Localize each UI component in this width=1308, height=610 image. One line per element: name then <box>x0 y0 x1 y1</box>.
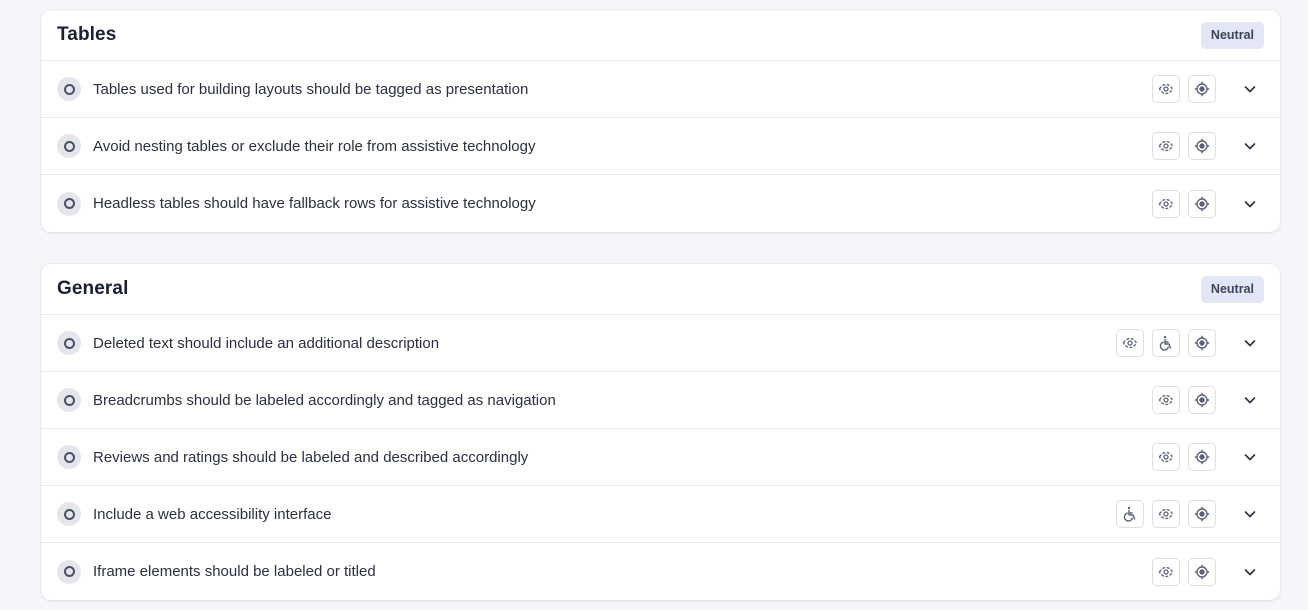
section-general: General Neutral Deleted text should incl… <box>41 264 1280 600</box>
eye-icon[interactable] <box>1152 75 1180 103</box>
status-indicator <box>57 445 81 469</box>
rule-row[interactable]: Breadcrumbs should be labeled accordingl… <box>41 372 1280 429</box>
eye-icon[interactable] <box>1152 443 1180 471</box>
chevron-down-icon[interactable] <box>1236 132 1264 160</box>
target-icon[interactable] <box>1188 75 1216 103</box>
section-header: Tables Neutral <box>41 10 1280 61</box>
rule-row[interactable]: Include a web accessibility interface <box>41 486 1280 543</box>
rule-label: Deleted text should include an additiona… <box>93 334 440 352</box>
status-badge: Neutral <box>1200 21 1264 49</box>
chevron-down-icon[interactable] <box>1236 190 1264 218</box>
wheelchair-icon[interactable] <box>1152 329 1180 357</box>
target-icon[interactable] <box>1188 329 1216 357</box>
rule-row[interactable]: Tables used for building layouts should … <box>41 61 1280 118</box>
target-icon[interactable] <box>1188 189 1216 218</box>
rule-label: Reviews and ratings should be labeled an… <box>93 448 529 466</box>
chevron-down-icon[interactable] <box>1236 500 1264 528</box>
status-indicator <box>57 331 81 355</box>
target-icon[interactable] <box>1188 500 1216 528</box>
rule-label: Avoid nesting tables or exclude their ro… <box>93 137 536 155</box>
status-indicator <box>57 559 81 584</box>
status-indicator <box>57 77 81 101</box>
status-indicator <box>57 502 81 526</box>
eye-icon[interactable] <box>1116 329 1144 357</box>
rule-actions <box>1116 329 1216 357</box>
rule-actions <box>1116 500 1216 528</box>
rule-row[interactable]: Iframe elements should be labeled or tit… <box>41 543 1280 600</box>
chevron-down-icon[interactable] <box>1236 329 1264 357</box>
rule-row[interactable]: Deleted text should include an additiona… <box>41 315 1280 372</box>
chevron-down-icon[interactable] <box>1236 75 1264 103</box>
section-title: General <box>57 278 129 299</box>
rule-row[interactable]: Avoid nesting tables or exclude their ro… <box>41 118 1280 175</box>
rule-actions <box>1152 189 1216 218</box>
rule-actions <box>1152 386 1216 414</box>
rule-actions <box>1152 443 1216 471</box>
chevron-down-icon[interactable] <box>1236 443 1264 471</box>
target-icon[interactable] <box>1188 557 1216 586</box>
eye-icon[interactable] <box>1152 386 1180 414</box>
rule-label: Include a web accessibility interface <box>93 505 332 523</box>
rule-label: Tables used for building layouts should … <box>93 80 529 98</box>
rule-label: Iframe elements should be labeled or tit… <box>93 563 376 580</box>
eye-icon[interactable] <box>1152 132 1180 160</box>
rule-actions <box>1152 557 1216 586</box>
section-header: General Neutral <box>41 264 1280 315</box>
section-title: Tables <box>57 24 117 45</box>
rule-actions <box>1152 75 1216 103</box>
eye-icon[interactable] <box>1152 557 1180 586</box>
eye-icon[interactable] <box>1152 500 1180 528</box>
rule-actions <box>1152 132 1216 160</box>
rule-row[interactable]: Headless tables should have fallback row… <box>41 175 1280 232</box>
rule-row[interactable]: Reviews and ratings should be labeled an… <box>41 429 1280 486</box>
status-indicator <box>57 191 81 216</box>
status-badge: Neutral <box>1200 275 1264 303</box>
wheelchair-icon[interactable] <box>1116 500 1144 528</box>
chevron-down-icon[interactable] <box>1236 386 1264 414</box>
status-indicator <box>57 134 81 158</box>
eye-icon[interactable] <box>1152 189 1180 218</box>
section-tables: Tables Neutral Tables used for building … <box>41 10 1280 232</box>
status-indicator <box>57 388 81 412</box>
rule-label: Breadcrumbs should be labeled accordingl… <box>93 391 556 409</box>
chevron-down-icon[interactable] <box>1236 558 1264 586</box>
target-icon[interactable] <box>1188 443 1216 471</box>
target-icon[interactable] <box>1188 386 1216 414</box>
rule-label: Headless tables should have fallback row… <box>93 195 536 212</box>
target-icon[interactable] <box>1188 132 1216 160</box>
